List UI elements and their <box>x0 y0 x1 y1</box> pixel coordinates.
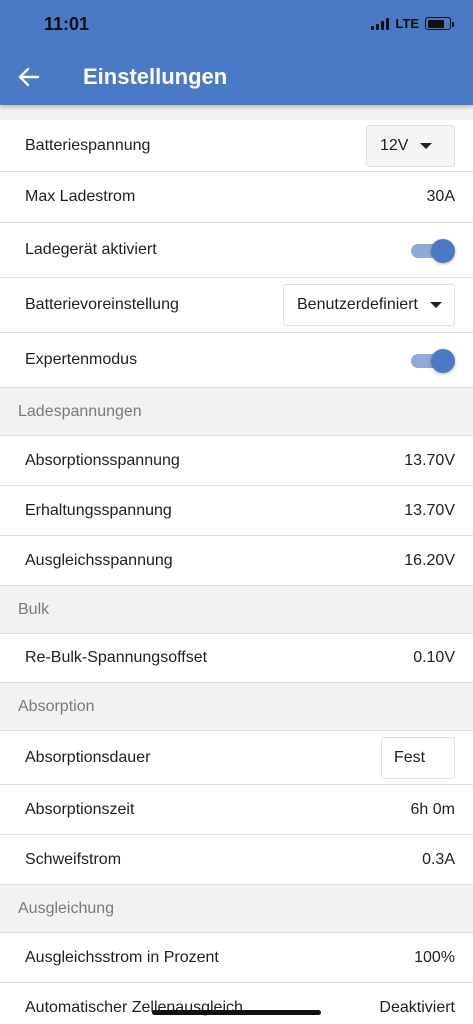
row-max-ladestrom[interactable]: Max Ladestrom 30A <box>0 172 473 223</box>
app-header: 11:01 LTE Einstellungen <box>0 0 473 105</box>
signal-icon <box>371 17 390 30</box>
row-label: Absorptionsdauer <box>25 748 151 766</box>
row-absorptionszeit[interactable]: Absorptionszeit 6h 0m <box>0 785 473 835</box>
network-label: LTE <box>395 16 419 31</box>
page-title: Einstellungen <box>83 64 228 89</box>
arrow-left-icon <box>18 67 40 87</box>
section-ausgleichung: Ausgleichung <box>0 885 473 933</box>
row-value: 0.10V <box>413 649 455 666</box>
row-label: Max Ladestrom <box>25 188 136 205</box>
row-value: 6h 0m <box>410 800 455 818</box>
caret-down-icon <box>429 302 442 308</box>
row-absorptionsspannung[interactable]: Absorptionsspannung 13.70V <box>0 436 473 486</box>
row-value: 30A <box>426 188 455 205</box>
row-ausgleichsstrom[interactable]: Ausgleichsstrom in Prozent 100% <box>0 933 473 983</box>
row-value: 0.3A <box>422 850 455 868</box>
row-label: Schweifstrom <box>25 850 122 868</box>
row-label: Absorptionszeit <box>25 800 135 818</box>
expertenmodus-toggle[interactable] <box>411 348 455 373</box>
row-absorptionsdauer: Absorptionsdauer Fest <box>0 731 473 785</box>
row-label: Re-Bulk-Spannungsoffset <box>25 649 208 666</box>
row-value: Deaktiviert <box>379 998 455 1016</box>
batteriespannung-dropdown[interactable]: 12V <box>366 124 455 167</box>
section-ladespannungen: Ladespannungen <box>0 388 473 436</box>
row-label: Batterievoreinstellung <box>25 296 179 313</box>
home-indicator[interactable] <box>152 1010 321 1015</box>
row-value: 13.70V <box>404 501 455 519</box>
row-batteriespannung: Batteriespannung 12V <box>0 120 473 172</box>
absorptionsdauer-select[interactable]: Fest <box>381 736 455 779</box>
row-value: 16.20V <box>404 551 455 569</box>
back-button[interactable] <box>14 62 44 92</box>
row-erhaltungsspannung[interactable]: Erhaltungsspannung 13.70V <box>0 486 473 536</box>
section-absorption: Absorption <box>0 683 473 731</box>
battery-icon <box>425 17 454 30</box>
row-label: Absorptionsspannung <box>25 451 180 469</box>
row-value: 13.70V <box>404 451 455 469</box>
row-batterievoreinstellung: Batterievoreinstellung Benutzerdefiniert <box>0 278 473 333</box>
status-time: 11:01 <box>44 14 90 34</box>
row-automatischer-zellenausgleich[interactable]: Automatischer Zellenausgleich Deaktivier… <box>0 983 473 1024</box>
section-bulk: Bulk <box>0 586 473 634</box>
dropdown-value: Benutzerdefiniert <box>297 296 418 313</box>
status-icons: LTE <box>371 16 454 31</box>
dropdown-value: 12V <box>380 136 409 154</box>
row-schweifstrom[interactable]: Schweifstrom 0.3A <box>0 835 473 885</box>
row-ausgleichsspannung[interactable]: Ausgleichsspannung 16.20V <box>0 536 473 586</box>
row-label: Batteriespannung <box>25 136 151 154</box>
row-expertenmodus: Expertenmodus <box>0 333 473 388</box>
caret-down-icon <box>420 142 433 149</box>
row-label: Ladegerät aktiviert <box>25 241 157 258</box>
batterievoreinstellung-dropdown[interactable]: Benutzerdefiniert <box>283 284 455 326</box>
row-value: 100% <box>414 948 455 966</box>
row-label: Erhaltungsspannung <box>25 501 172 519</box>
row-label: Ausgleichsspannung <box>25 551 173 569</box>
row-label: Expertenmodus <box>25 351 138 368</box>
settings-list[interactable]: Batteriespannung 12V Max Ladestrom 30A L… <box>0 105 473 1024</box>
select-value: Fest <box>394 748 426 766</box>
row-ladegeraet-aktiviert: Ladegerät aktiviert <box>0 223 473 278</box>
row-label: Ausgleichsstrom in Prozent <box>25 948 219 966</box>
row-re-bulk-spannungsoffset[interactable]: Re-Bulk-Spannungsoffset 0.10V <box>0 634 473 683</box>
ladegeraet-toggle[interactable] <box>411 238 455 263</box>
